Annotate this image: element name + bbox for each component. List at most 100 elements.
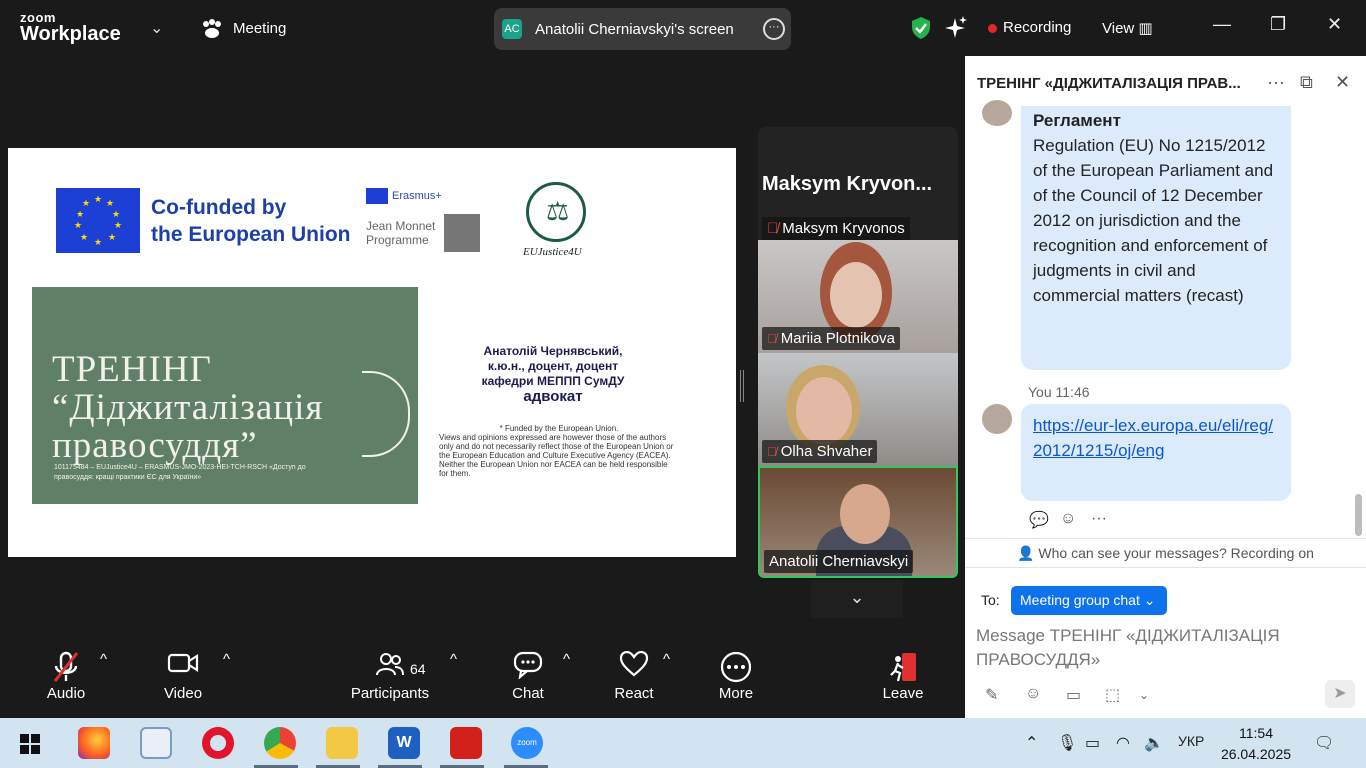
screenshot-options-chevron-icon[interactable]: ⌄ bbox=[1139, 688, 1149, 702]
decorative-swirl bbox=[362, 371, 410, 457]
shield-check-icon[interactable] bbox=[911, 16, 931, 40]
screenshot-icon[interactable]: ⬚ bbox=[1105, 685, 1120, 705]
chat-label: Chat bbox=[512, 685, 544, 702]
author-block: Анатолій Чернявський, к.ю.н., доцент, до… bbox=[463, 344, 643, 404]
meeting-label: Meeting bbox=[233, 19, 287, 37]
react-button[interactable]: React bbox=[612, 650, 656, 702]
audio-label: Audio bbox=[46, 685, 86, 702]
more-options-icon[interactable]: ··· bbox=[763, 18, 785, 40]
format-text-icon[interactable]: ✎ bbox=[985, 685, 998, 705]
close-icon[interactable]: ✕ bbox=[1327, 14, 1342, 35]
shared-slide: ★ ★ ★ ★ ★ ★ ★ ★ ★ ★ Co-funded by the European Uni… bbox=[8, 148, 736, 557]
participant-name: Olha Shvaher bbox=[780, 443, 873, 460]
chat-more-icon[interactable]: ··· bbox=[1267, 72, 1285, 93]
mic-muted-icon bbox=[45, 651, 87, 685]
popout-icon[interactable]: ⧉ bbox=[1300, 72, 1313, 93]
file-icon[interactable]: ▭ bbox=[1066, 685, 1081, 705]
view-grid-icon: ▥ bbox=[1138, 20, 1153, 37]
chat-scrollbar[interactable] bbox=[1355, 494, 1362, 536]
participant-label: 🎙̸ Maksym Kryvonos bbox=[762, 217, 910, 240]
add-reaction-icon[interactable]: ☺ bbox=[1060, 510, 1076, 528]
chat-privacy-notice[interactable]: 👤 Who can see your messages? Recording o… bbox=[965, 538, 1366, 568]
close-chat-icon[interactable]: ✕ bbox=[1335, 72, 1350, 93]
recording-indicator[interactable]: Recording bbox=[988, 19, 1071, 36]
author-line: Анатолій Чернявський, к.ю.н., доцент, до… bbox=[481, 344, 625, 388]
chat-header: ТРЕНІНГ «ДІДЖИТАЛІЗАЦІЯ ПРАВ... ··· ⧉ ✕ bbox=[965, 56, 1366, 112]
screen-share-pill[interactable]: AC Anatolii Cherniavskyi's screen ··· bbox=[494, 8, 791, 50]
microphone-tray-icon[interactable]: 🎙 bbox=[1057, 733, 1077, 753]
audio-button[interactable]: Audio bbox=[45, 651, 87, 702]
reply-icon[interactable]: 💬 bbox=[1029, 510, 1049, 530]
message-meta: You 11:46 bbox=[1028, 384, 1090, 400]
minimize-icon[interactable]: — bbox=[1213, 14, 1231, 35]
video-options-chevron-icon[interactable]: ^ bbox=[223, 651, 230, 668]
participant-tile-anatolii-active-speaker[interactable]: Anatolii Cherniavskyi bbox=[758, 466, 958, 578]
message-input[interactable]: Message ТРЕНІНГ «ДІДЖИТАЛІЗАЦІЯ ПРАВОСУД… bbox=[976, 624, 1336, 672]
word-icon[interactable]: W bbox=[388, 727, 420, 759]
recipient-dropdown[interactable]: Meeting group chat ⌄ bbox=[1011, 586, 1167, 615]
video-button[interactable]: Video bbox=[162, 651, 204, 702]
leave-label: Leave bbox=[882, 685, 924, 702]
tray-overflow-chevron-icon[interactable]: ⌃ bbox=[1025, 733, 1038, 753]
emblem-name: EUJustice4U bbox=[523, 246, 582, 258]
battery-icon[interactable]: ▭ bbox=[1085, 733, 1100, 753]
app-menu-chevron-icon[interactable]: ⌄ bbox=[150, 18, 163, 38]
pdf-reader-icon[interactable] bbox=[450, 727, 482, 759]
chat-title: ТРЕНІНГ «ДІДЖИТАЛІЗАЦІЯ ПРАВ... bbox=[977, 75, 1241, 92]
project-line: 101175484 – EUJustice4U – ERASMUS-JMO-20… bbox=[54, 464, 306, 481]
recipient-label: Meeting group chat bbox=[1020, 592, 1140, 608]
author-role: адвокат bbox=[523, 388, 583, 405]
participant-label: 🎙̸ Mariia Plotnikova bbox=[762, 327, 900, 350]
video-label: Video bbox=[163, 685, 203, 702]
react-options-chevron-icon[interactable]: ^ bbox=[663, 651, 670, 668]
portrait-image bbox=[444, 214, 480, 252]
my-avatar bbox=[982, 404, 1012, 434]
firefox-icon[interactable] bbox=[78, 727, 110, 759]
leave-button[interactable]: Leave bbox=[882, 651, 924, 702]
scroll-tiles-down-chevron-icon[interactable]: ⌄ bbox=[811, 580, 903, 618]
send-icon[interactable]: ➤ bbox=[1325, 680, 1355, 708]
participants-options-chevron-icon[interactable]: ^ bbox=[450, 651, 457, 668]
sender-avatar bbox=[982, 100, 1012, 126]
funded-title: * Funded by the European Union. bbox=[499, 424, 619, 433]
message-body: Regulation (EU) No 1215/2012 of the Euro… bbox=[1033, 136, 1274, 305]
chrome-icon[interactable] bbox=[264, 727, 296, 759]
opera-icon[interactable] bbox=[202, 727, 234, 759]
chat-button[interactable]: Chat bbox=[509, 651, 547, 702]
recording-dot-icon bbox=[988, 23, 997, 33]
more-button[interactable]: More bbox=[716, 651, 756, 702]
wifi-icon[interactable]: ◠ bbox=[1116, 733, 1130, 753]
react-label: React bbox=[614, 685, 654, 702]
participant-tile-mariia[interactable]: 🎙̸ Mariia Plotnikova bbox=[758, 240, 958, 353]
notepad-icon[interactable] bbox=[140, 727, 172, 759]
split-resize-handle[interactable] bbox=[740, 370, 744, 402]
participant-tile-maksym[interactable]: Maksym Kryvon... 🎙̸ Maksym Kryvonos bbox=[758, 127, 958, 240]
windows-start-icon[interactable] bbox=[20, 734, 40, 754]
eurlex-link[interactable]: https://eur-lex.europa.eu/eli/reg/2012/1… bbox=[1033, 416, 1273, 460]
audio-options-chevron-icon[interactable]: ^ bbox=[100, 651, 107, 668]
view-button[interactable]: View ▥ bbox=[1102, 19, 1153, 37]
training-banner: ТРЕНІНГ “Діджиталізація правосуддя” 1011… bbox=[32, 287, 418, 504]
input-language[interactable]: УКР bbox=[1178, 733, 1204, 749]
zoom-taskbar-icon[interactable]: zoom bbox=[511, 727, 543, 759]
file-explorer-icon[interactable] bbox=[326, 727, 358, 759]
chat-options-chevron-icon[interactable]: ^ bbox=[563, 651, 570, 668]
who-can-see-text: Who can see your messages? Recording on bbox=[1038, 545, 1314, 561]
volume-icon[interactable]: 🔈 bbox=[1144, 733, 1164, 753]
restore-icon[interactable]: ❐ bbox=[1270, 14, 1286, 35]
clock-time: 11:54 bbox=[1239, 725, 1273, 741]
message-more-icon[interactable]: ··· bbox=[1091, 510, 1107, 528]
ai-companion-sparkle-icon[interactable] bbox=[945, 16, 967, 40]
video-camera-icon bbox=[162, 651, 204, 685]
top-bar: zoom Workplace ⌄ Meeting AC Anatolii Che… bbox=[0, 0, 1366, 58]
workplace-logo: Workplace bbox=[20, 23, 121, 45]
meeting-toolbar: Audio ^ Video ^ Participants 64 ^ Chat ^… bbox=[0, 643, 965, 718]
system-clock[interactable]: 11:54 26.04.2025 bbox=[1217, 723, 1295, 765]
recording-label: Recording bbox=[1003, 19, 1072, 36]
chat-message-link: https://eur-lex.europa.eu/eli/reg/2012/1… bbox=[1021, 404, 1291, 501]
meeting-button[interactable]: Meeting bbox=[201, 19, 286, 39]
emoji-icon[interactable]: ☺ bbox=[1025, 685, 1041, 703]
participant-tile-olha[interactable]: 🎙̸ Olha Shvaher bbox=[758, 353, 958, 466]
notifications-icon[interactable]: 🗨 bbox=[1314, 733, 1334, 753]
chat-message-regulation[interactable]: Регламент Regulation (EU) No 1215/2012 o… bbox=[1021, 106, 1291, 370]
